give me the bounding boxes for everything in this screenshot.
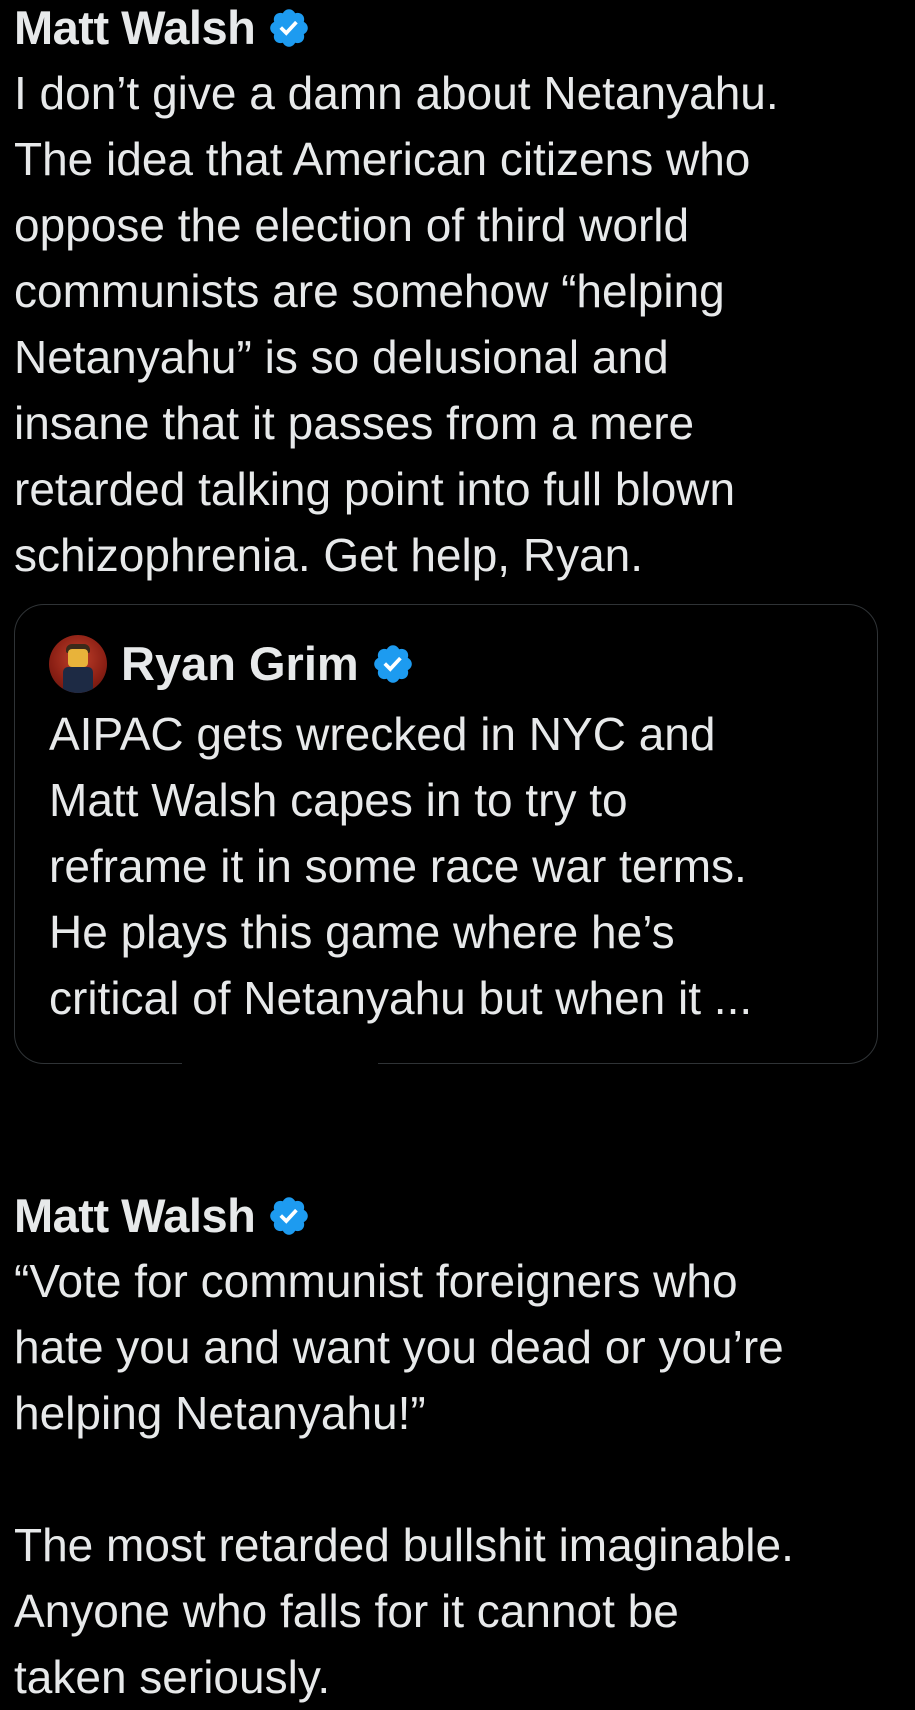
verified-badge-icon [270, 1197, 309, 1235]
avatar-head [68, 649, 88, 667]
author-row: Matt Walsh [14, 0, 894, 56]
ryan-grim-avatar[interactable] [49, 635, 107, 693]
post-text: I don’t give a damn about Netanyahu. The… [14, 67, 779, 581]
post-matt-walsh-2[interactable]: Matt Walsh “Vote for communist foreigner… [14, 1188, 894, 1710]
quoted-author-row: Ryan Grim [49, 633, 849, 695]
author-row: Matt Walsh [14, 1188, 894, 1244]
verified-badge-icon [373, 645, 412, 683]
quoted-post-content: Ryan Grim AIPAC gets wrecked in NYC and … [49, 633, 849, 1031]
verified-badge-icon [270, 9, 309, 47]
post-matt-walsh-1[interactable]: Matt Walsh I don’t give a damn about Net… [14, 0, 894, 588]
author-name[interactable]: Matt Walsh [14, 1188, 256, 1244]
post-text: “Vote for communist foreigners who hate … [14, 1255, 794, 1703]
quoted-post-text: AIPAC gets wrecked in NYC and Matt Walsh… [49, 708, 753, 1024]
quoted-author-name[interactable]: Ryan Grim [121, 633, 359, 695]
card-border-gap [182, 1058, 378, 1068]
author-name[interactable]: Matt Walsh [14, 0, 256, 56]
quoted-post-card[interactable]: Ryan Grim AIPAC gets wrecked in NYC and … [14, 604, 878, 1064]
avatar-body [63, 667, 93, 693]
